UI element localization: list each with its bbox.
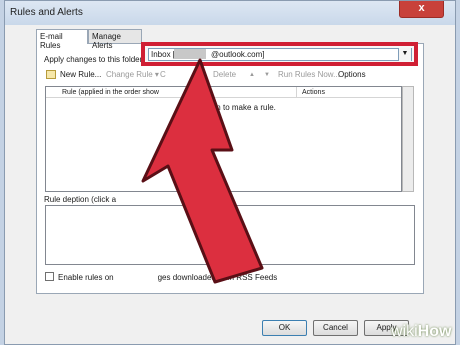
options-button[interactable]: Options [338,70,366,79]
desc-label-end: e): [196,195,206,204]
dropdown-arrow-icon[interactable]: ▼ [398,48,411,61]
window-title: Rules and Alerts [10,7,83,18]
cancel-button[interactable]: Cancel [313,320,358,336]
tab-manage-alerts[interactable]: Manage Alerts [88,29,142,50]
tab-email-rules[interactable]: E-mail Rules [36,29,88,50]
desc-label-start: Rule de [44,195,72,204]
run-rules-now-button[interactable]: Run Rules Now... [278,70,340,79]
desc-label-mid: ption (click a [71,195,117,204]
apply-folder-label: Apply changes to this folder: [44,55,145,64]
rss-label-start: Enable rules on [58,273,114,282]
new-rule-button[interactable]: New Rule... [60,70,101,79]
column-header-actions[interactable]: Actions [302,89,325,96]
watermark-how: How [417,323,452,340]
move-up-icon[interactable]: ▲ [249,72,255,78]
column-header-rule[interactable]: Rule (applied in the order show [62,89,159,96]
rules-list[interactable] [45,86,402,192]
watermark-wiki: wiki [391,323,418,340]
column-divider [296,87,297,98]
rule-description-label: Rule deption (click a [44,195,116,204]
change-rule-button[interactable]: Change Rule ▾ [106,70,159,79]
rss-rules-label: Enable rules on ges downloaded from RSS F… [58,273,277,282]
new-rule-icon [46,70,56,79]
close-button[interactable]: x [399,1,444,18]
folder-prefix: Inbox [ [151,50,176,59]
rules-empty-message: Rule" button to make a rule. [177,103,276,112]
rss-label-end: ges downloaded from RSS Feeds [157,273,278,282]
wikihow-watermark: wikiHow [391,323,451,341]
folder-suffix: @outlook.com] [211,50,265,59]
ok-button[interactable]: OK [262,320,307,336]
rules-scrollbar[interactable] [402,86,414,192]
rule-description-box [45,205,415,265]
delete-button[interactable]: Delete [213,70,236,79]
folder-select-value: Inbox [ @outlook.com] [151,50,265,59]
rss-rules-checkbox[interactable] [45,272,54,281]
copy-button[interactable]: C [160,70,166,79]
move-down-icon[interactable]: ▼ [264,72,270,78]
redacted-email-block [174,49,206,59]
